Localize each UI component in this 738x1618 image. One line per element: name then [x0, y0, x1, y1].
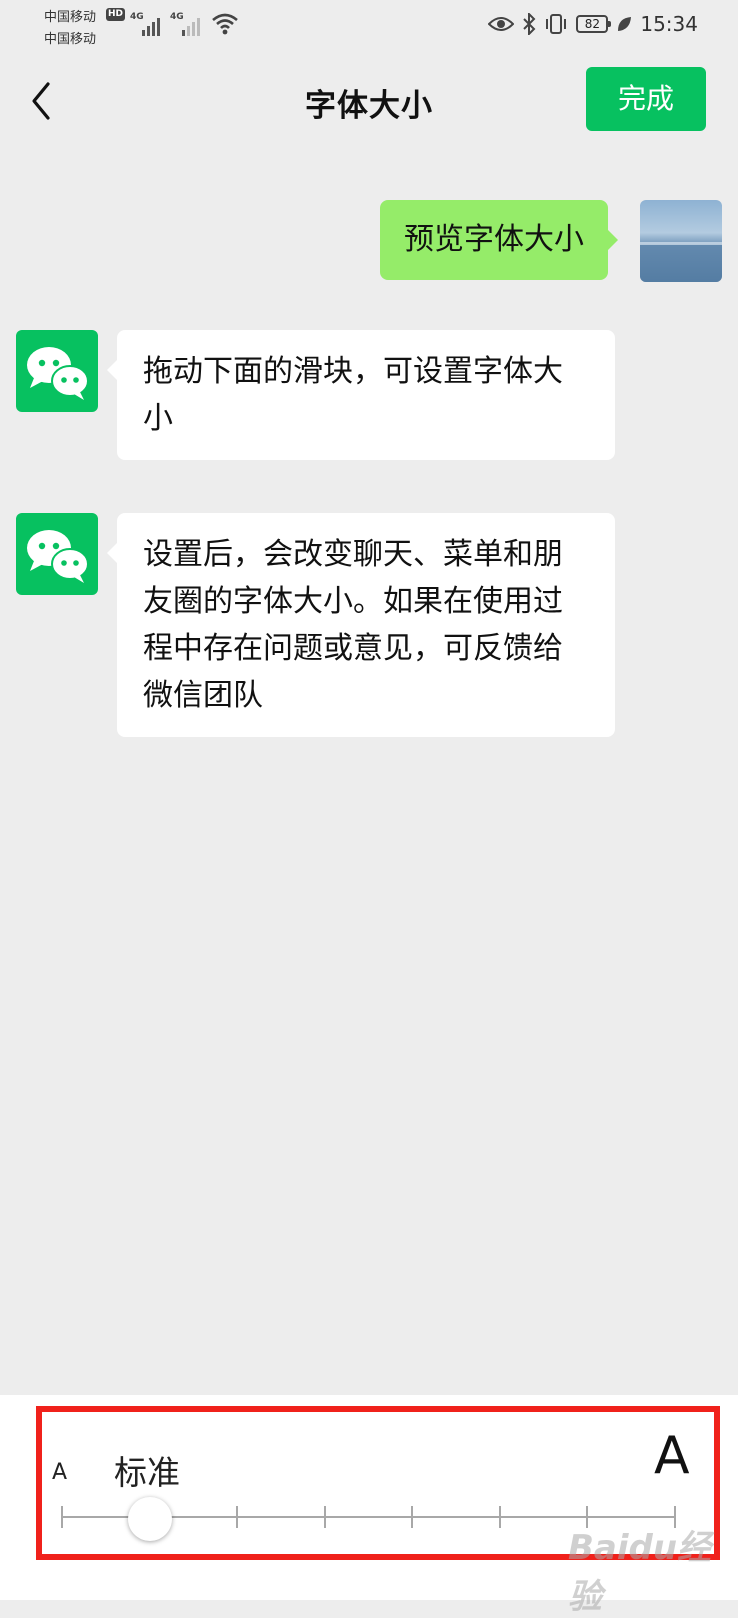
nav-bar: 字体大小 完成: [0, 56, 738, 146]
outgoing-message: 预览字体大小: [380, 200, 618, 280]
wechat-logo-icon: [27, 347, 89, 400]
vibrate-icon: [546, 14, 567, 34]
wechat-avatar: [16, 330, 98, 412]
leaf-icon: [618, 17, 632, 31]
status-bar: 中国移动 HD 中国移动 4G 4G 82 15:34: [0, 0, 738, 56]
done-button[interactable]: 完成: [586, 67, 706, 131]
incoming-message: 拖动下面的滑块，可设置字体大小: [107, 330, 615, 460]
signal-icon-2: 4G: [170, 10, 210, 38]
incoming-message-2: 设置后，会改变聊天、菜单和朋友圈的字体大小。如果在使用过程中存在问题或意见，可反…: [107, 513, 615, 737]
watermark: Baidu经验: [568, 1528, 712, 1617]
avatar: [640, 200, 722, 282]
bluetooth-icon: [523, 13, 536, 35]
battery-icon: 82: [576, 15, 612, 33]
wechat-avatar-2: [16, 513, 98, 595]
wechat-logo-icon-2: [27, 530, 89, 583]
carrier-label-2: 中国移动: [44, 32, 97, 47]
signal-icon: 4G: [130, 10, 170, 38]
carrier-label: 中国移动: [44, 10, 97, 25]
wifi-icon: [212, 13, 238, 35]
eye-icon: [488, 17, 515, 31]
clock: 15:34: [640, 12, 698, 36]
hd-badge: HD: [106, 8, 126, 21]
